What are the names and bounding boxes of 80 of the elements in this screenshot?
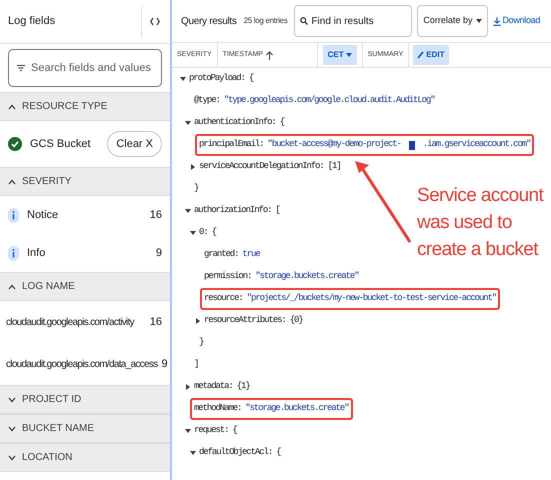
json-key: resourceAttributes: xyxy=(204,314,286,328)
results-title: Query results xyxy=(181,14,237,28)
section-header[interactable]: SEVERITY xyxy=(0,167,170,196)
caret-down-icon xyxy=(476,19,482,23)
json-value: "type.googleapis.com/google.cloud.audit.AuditLog" xyxy=(224,94,435,108)
json-key: serviceAccountDelegationInfo: xyxy=(199,160,324,174)
section-header[interactable]: RESOURCE TYPE xyxy=(0,92,170,121)
json-bracket: } xyxy=(199,336,204,350)
caret-right-icon[interactable] xyxy=(190,164,196,170)
section-header[interactable]: LOCATION xyxy=(0,443,170,472)
info-icon xyxy=(8,208,19,222)
correlate-dropdown[interactable]: Correlate by xyxy=(417,5,488,37)
json-bracket: { xyxy=(248,72,254,86)
caret-down-icon[interactable] xyxy=(185,208,191,214)
item-count: 16 xyxy=(150,208,162,223)
json-bracket: { xyxy=(280,116,284,130)
caret-right-icon[interactable] xyxy=(195,318,201,324)
json-bracket: [1] xyxy=(328,160,341,174)
timezone-dropdown[interactable]: CET xyxy=(322,45,357,65)
json-key: authorizationInfo: xyxy=(194,204,272,218)
caret-down-icon[interactable] xyxy=(180,76,186,82)
json-key: defaultObjectAcl: xyxy=(199,446,272,460)
annotation-text: Service account was used to create a bucket xyxy=(417,184,545,262)
info-icon xyxy=(8,246,19,260)
json-bracket: { xyxy=(212,226,216,240)
json-bracket: [ xyxy=(275,204,280,218)
item-label[interactable]: Notice xyxy=(27,206,142,224)
json-value: "bucket-access@my-demo-project- xyxy=(268,138,401,152)
json-key: authenticationInfo: xyxy=(194,116,276,130)
pencil-icon xyxy=(417,51,424,59)
json-key: protoPayload: xyxy=(189,72,245,86)
caret-down-icon xyxy=(346,53,352,57)
search-field[interactable]: Search fields and values xyxy=(8,49,162,87)
check-circle-icon xyxy=(8,137,22,151)
clear-button[interactable]: Clear X xyxy=(107,131,162,157)
download-link[interactable]: Download xyxy=(493,14,540,28)
section-header[interactable]: PROJECT ID xyxy=(0,385,170,414)
filter-icon xyxy=(17,65,25,71)
json-bracket: { xyxy=(232,424,237,438)
json-value: "storage.buckets.create" xyxy=(255,270,359,284)
panel-title: Log fields xyxy=(8,14,56,30)
caret-down-icon[interactable] xyxy=(185,120,191,126)
json-key: request: xyxy=(194,424,228,438)
code-brackets-icon[interactable] xyxy=(150,17,160,26)
arrow-up-icon[interactable] xyxy=(266,50,273,60)
edit-button[interactable]: EDIT xyxy=(413,45,449,65)
json-value: .iam.gserviceaccount.com" xyxy=(422,138,530,152)
json-bracket: { xyxy=(276,446,280,460)
json-key: principalEmail: xyxy=(199,138,264,152)
json-key: granted: xyxy=(204,248,238,262)
search-icon xyxy=(300,17,308,25)
item-label: GCS Bucket xyxy=(30,136,92,152)
item-label[interactable]: cloudaudit.googleapis.com/activity xyxy=(6,314,146,330)
json-key: resource: xyxy=(204,292,243,306)
json-key: methodName: xyxy=(194,402,242,416)
json-bracket: ] xyxy=(194,358,198,372)
section-header[interactable]: BUCKET NAME xyxy=(0,414,170,443)
json-bracket: {0} xyxy=(290,314,303,328)
json-bracket: {1} xyxy=(236,380,250,394)
caret-down-icon[interactable] xyxy=(185,428,191,434)
item-count: 9 xyxy=(156,246,162,261)
section-header[interactable]: LOG NAME xyxy=(0,272,170,301)
json-key: permission: xyxy=(204,270,252,284)
download-icon xyxy=(493,16,502,26)
item-label[interactable]: Info xyxy=(27,244,148,262)
caret-down-icon[interactable] xyxy=(190,450,196,456)
caret-down-icon[interactable] xyxy=(190,230,196,236)
entry-count: 25 log entries xyxy=(244,15,288,27)
json-value: true xyxy=(242,248,260,262)
json-key: @type: xyxy=(194,94,220,108)
json-key: metadata: xyxy=(194,380,233,394)
json-key: 0: xyxy=(199,226,208,240)
item-label[interactable]: cloudaudit.googleapis.com/data_access xyxy=(6,356,158,372)
json-value: "storage.buckets.create" xyxy=(245,402,349,416)
find-field[interactable]: Find in results xyxy=(294,5,412,37)
caret-right-icon[interactable] xyxy=(185,384,191,390)
item-count: 9 xyxy=(161,356,168,372)
json-bracket: } xyxy=(194,182,198,196)
item-count: 16 xyxy=(150,314,162,330)
json-value: "projects/_/buckets/my-new-bucket-to-test-service-account" xyxy=(246,292,496,306)
